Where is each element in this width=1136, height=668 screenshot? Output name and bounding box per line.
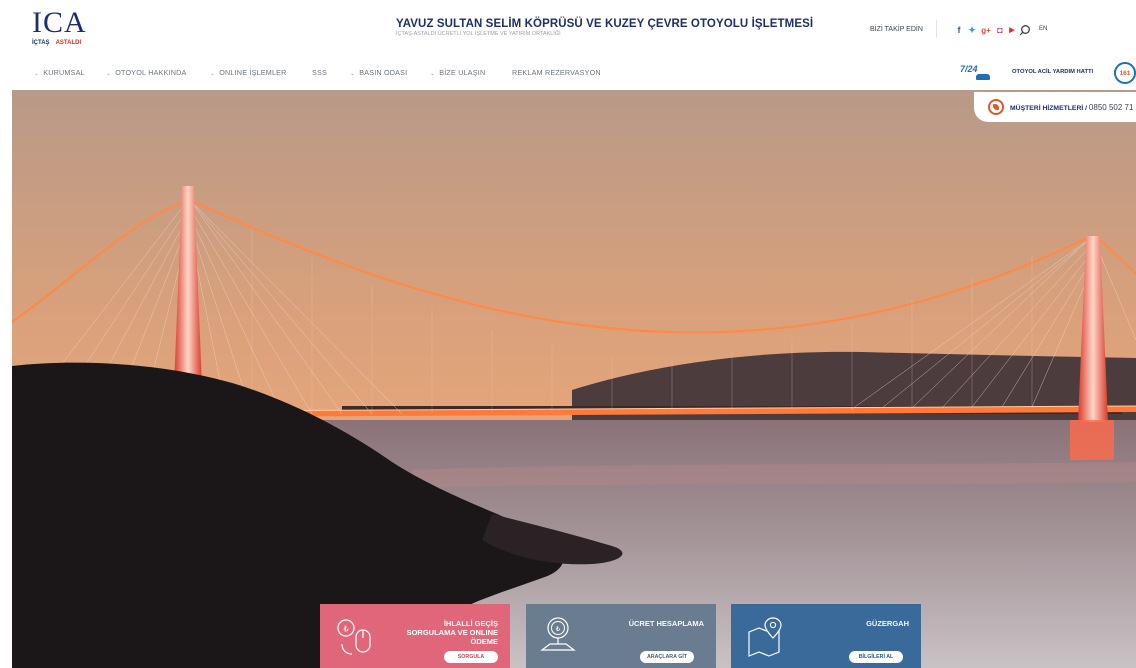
- nav-item-basin-odasi[interactable]: ⌄ BASIN ODASI: [350, 68, 407, 77]
- search-icon[interactable]: [1019, 24, 1031, 36]
- nav-item-label: KURUMSAL: [43, 68, 85, 77]
- chevron-down-icon: ⌄: [350, 71, 356, 77]
- emergency-badge: 7/24: [960, 64, 978, 74]
- logo-partners: İÇTAŞ ASTALDI: [32, 40, 122, 46]
- customer-service-phone: 0850 502 71: [1088, 103, 1134, 112]
- chevron-down-icon: ⌄: [106, 71, 112, 77]
- map-pin-icon: [748, 617, 782, 657]
- bridge-illustration: [12, 90, 1136, 668]
- emergency-number: 161: [1114, 62, 1136, 84]
- twitter-icon[interactable]: ✦: [965, 23, 979, 37]
- calculator-pin-icon: ₺: [540, 617, 576, 651]
- nav-item-otoyol-hakkinda[interactable]: ⌄ OTOYOL HAKKINDA: [106, 68, 187, 77]
- customer-service-tab[interactable]: MÜŞTERİ HİZMETLERİ / 0850 502 71: [974, 92, 1136, 122]
- card-title: ÜCRET HESAPLAMA: [584, 619, 704, 628]
- card-title-bottom: SORGULAMA VE ONLINE ÖDEME: [406, 628, 498, 646]
- svg-text:₺: ₺: [343, 625, 348, 634]
- nav-item-label: OTOYOL HAKKINDA: [115, 68, 187, 77]
- go-to-tools-button[interactable]: ARAÇLARA GİT: [640, 651, 694, 663]
- mouse-coin-icon: ₺: [337, 619, 371, 655]
- card-title-top: İHLALLİ GEÇİŞ: [443, 619, 498, 628]
- customer-service-text: MÜŞTERİ HİZMETLERİ / 0850 502 71: [1010, 103, 1133, 112]
- nav-item-bize-ulasin[interactable]: ⌄ BİZE ULAŞIN: [430, 68, 485, 77]
- nav-item-kurumsal[interactable]: ⌄ KURUMSAL: [34, 68, 85, 77]
- site-header: ICA İÇTAŞ ASTALDI YAVUZ SULTAN SELİM KÖP…: [0, 0, 1136, 56]
- site-logo[interactable]: ICA İÇTAŞ ASTALDI: [32, 8, 122, 52]
- nav-item-label: ONLINE İŞLEMLER: [219, 68, 287, 77]
- chevron-down-icon: ⌄: [34, 71, 40, 77]
- card-title: İHLALLİ GEÇİŞ SORGULAMA VE ONLINE ÖDEME: [378, 619, 498, 646]
- emergency-label: OTOYOL ACİL YARDIM HATTI: [1012, 69, 1094, 75]
- site-subtitle: İÇTAŞ-ASTALDI ÜCRETLİ YOL İŞLETME VE YAT…: [396, 31, 561, 37]
- query-button[interactable]: SORGULA: [444, 651, 498, 663]
- nav-item-reklam-rezervasyon[interactable]: REKLAM REZERVASYON: [512, 68, 601, 77]
- facebook-icon[interactable]: f: [952, 23, 966, 37]
- card-fee-calculation[interactable]: ₺ ÜCRET HESAPLAMA ARAÇLARA GİT: [526, 604, 716, 668]
- car-icon: [976, 74, 990, 80]
- card-route[interactable]: GÜZERGAH BİLGİLERİ AL: [731, 604, 921, 668]
- phone-icon: [988, 99, 1004, 115]
- follow-us-label: BİZİ TAKİP EDİN: [870, 26, 923, 33]
- logo-mark: ICA: [32, 6, 87, 39]
- logo-partner-astaldi: ASTALDI: [55, 40, 82, 46]
- card-title: GÜZERGAH: [789, 619, 909, 628]
- nav-item-label: SSS: [312, 68, 327, 77]
- get-info-button[interactable]: BİLGİLERİ AL: [849, 651, 903, 663]
- hero-image-bridge: [12, 90, 1136, 668]
- svg-text:₺: ₺: [556, 625, 561, 633]
- customer-service-label: MÜŞTERİ HİZMETLERİ /: [1010, 105, 1088, 112]
- chevron-down-icon: ⌄: [430, 71, 436, 77]
- chevron-down-icon: ⌄: [210, 71, 216, 77]
- header-divider: [936, 20, 937, 38]
- logo-partner-ictas: İÇTAŞ: [32, 40, 50, 46]
- card-title-top: GÜZERGAH: [866, 619, 909, 628]
- language-switch[interactable]: EN: [1039, 26, 1047, 32]
- emergency-hotline[interactable]: 7/24 OTOYOL ACİL YARDIM HATTI 161: [960, 61, 1136, 85]
- nav-item-label: BİZE ULAŞIN: [439, 68, 486, 77]
- nav-item-sss[interactable]: SSS: [312, 68, 327, 77]
- site-title: YAVUZ SULTAN SELİM KÖPRÜSÜ VE KUZEY ÇEVR…: [396, 18, 814, 30]
- nav-item-online-islemler[interactable]: ⌄ ONLINE İŞLEMLER: [210, 68, 287, 77]
- site-title-block: YAVUZ SULTAN SELİM KÖPRÜSÜ VE KUZEY ÇEVR…: [396, 18, 814, 37]
- nav-item-label: REKLAM REZERVASYON: [512, 68, 601, 77]
- nav-item-label: BASIN ODASI: [359, 68, 408, 77]
- google-plus-icon[interactable]: g+: [979, 23, 993, 37]
- youtube-icon[interactable]: ▶: [1005, 23, 1019, 37]
- card-title-top: ÜCRET HESAPLAMA: [628, 619, 704, 628]
- card-violation-query[interactable]: ₺ İHLALLİ GEÇİŞ SORGULAMA VE ONLINE ÖDEM…: [320, 604, 510, 668]
